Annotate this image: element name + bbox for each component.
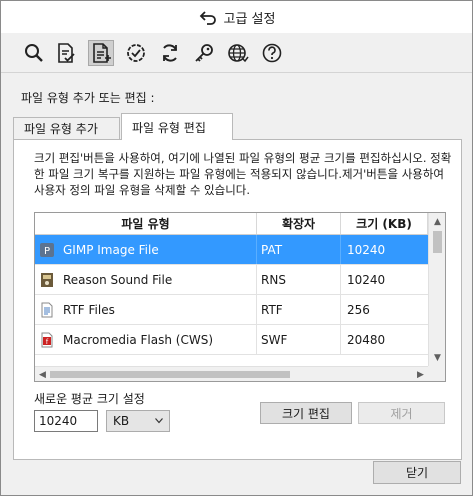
unit-select[interactable]: KB (106, 410, 170, 432)
file-type-name: Macromedia Flash (CWS) (63, 332, 213, 347)
avg-size-label: 새로운 평균 크기 설정 (34, 392, 145, 406)
file-size: 10240 (347, 272, 386, 287)
gimp-icon: P (40, 242, 54, 257)
section-title: 파일 유형 추가 또는 편집 : (21, 91, 155, 105)
tab-add-file-type[interactable]: 파일 유형 추가 (13, 117, 120, 139)
table-header: 파일 유형 확장자 크기 (KB) (35, 213, 428, 235)
vertical-scrollbar[interactable]: ▲ ▼ (428, 213, 445, 366)
column-header-size[interactable]: 크기 (KB) (341, 213, 428, 234)
scrollbar-corner (428, 366, 445, 381)
rtf-file-icon (41, 302, 53, 317)
table-row[interactable]: P GIMP Image File PAT 10240 (35, 235, 428, 265)
key-icon[interactable] (191, 40, 217, 66)
flash-file-icon: f (41, 332, 53, 347)
table-row[interactable]: RTF Files RTF 256 (35, 295, 428, 325)
advanced-settings-window: 고급 설정 파일 유형 추가 또는 편집 : 파일 유형 추가 파일 유형 편집 (0, 0, 473, 496)
scroll-left-icon[interactable]: ◀ (35, 367, 50, 381)
remove-button[interactable]: 제거 (358, 402, 445, 424)
file-extension: SWF (257, 325, 341, 354)
scroll-right-icon[interactable]: ▶ (413, 367, 428, 381)
file-extension: RNS (257, 265, 341, 294)
chevron-down-icon (155, 418, 163, 424)
back-arrow-icon[interactable] (198, 9, 218, 25)
description-text: 크기 편집'버튼을 사용하여, 여기에 나열된 파일 유형의 평균 크기를 편집… (34, 151, 452, 197)
table-row[interactable]: Reason Sound File RNS 10240 (35, 265, 428, 295)
column-header-file-type[interactable]: 파일 유형 (35, 213, 257, 234)
file-size: 10240 (347, 242, 386, 257)
scroll-down-icon[interactable]: ▼ (429, 349, 445, 366)
table-row[interactable]: f Macromedia Flash (CWS) SWF 20480 (35, 325, 428, 355)
file-type-table: 파일 유형 확장자 크기 (KB) P GIMP Image File PAT … (34, 212, 446, 382)
edit-size-button[interactable]: 크기 편집 (260, 402, 352, 424)
svg-text:P: P (44, 246, 50, 257)
file-size: 20480 (347, 332, 386, 347)
sound-file-icon (41, 272, 53, 287)
file-size: 256 (347, 302, 370, 317)
table-body: P GIMP Image File PAT 10240 Reason Sound… (35, 235, 428, 355)
help-icon[interactable] (259, 40, 285, 66)
search-icon[interactable] (21, 40, 47, 66)
toolbar (1, 33, 472, 73)
column-header-extension[interactable]: 확장자 (257, 213, 341, 234)
file-type-name: RTF Files (63, 302, 115, 317)
edit-file-type-panel: 크기 편집'버튼을 사용하여, 여기에 나열된 파일 유형의 평균 크기를 편집… (13, 139, 462, 460)
scroll-up-icon[interactable]: ▲ (429, 213, 445, 230)
window-title: 고급 설정 (223, 11, 276, 27)
refresh-icon[interactable] (157, 40, 183, 66)
file-extension: PAT (257, 235, 341, 264)
vertical-scroll-thumb[interactable] (433, 231, 442, 253)
close-button[interactable]: 닫기 (373, 461, 461, 484)
file-extension: RTF (257, 295, 341, 324)
badge-check-icon[interactable] (123, 40, 149, 66)
file-type-name: GIMP Image File (63, 242, 159, 257)
file-type-name: Reason Sound File (63, 272, 173, 287)
horizontal-scroll-thumb[interactable] (50, 371, 290, 378)
tab-edit-file-type[interactable]: 파일 유형 편집 (121, 113, 233, 140)
avg-size-input[interactable]: 10240 (34, 410, 98, 432)
document-edit-icon[interactable] (88, 40, 114, 66)
unit-select-value: KB (113, 414, 130, 428)
document-check-icon[interactable] (53, 40, 79, 66)
globe-icon[interactable] (225, 40, 251, 66)
horizontal-scrollbar[interactable]: ◀ ▶ (35, 366, 428, 381)
title-bar: 고급 설정 (1, 1, 472, 33)
